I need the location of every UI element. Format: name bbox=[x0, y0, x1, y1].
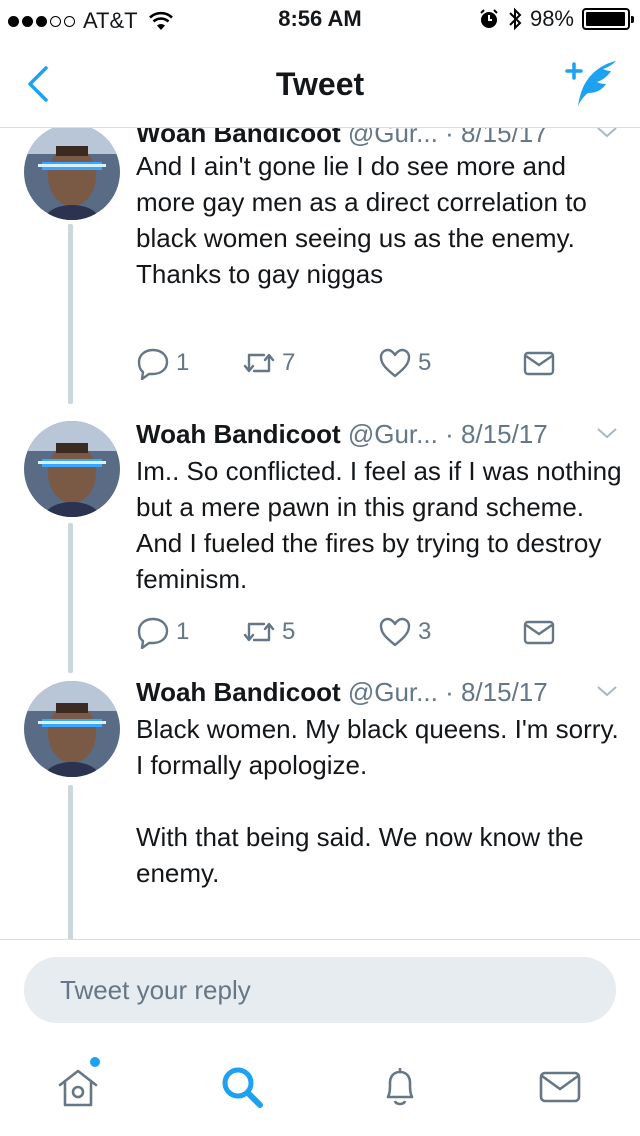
mail-icon bbox=[523, 620, 555, 645]
messages-icon[interactable] bbox=[536, 1063, 584, 1111]
home-icon[interactable] bbox=[54, 1063, 102, 1111]
like-count: 5 bbox=[418, 349, 432, 376]
bluetooth-icon bbox=[509, 7, 522, 31]
tweet[interactable]: Woah Bandicoot @Gur... · 8/15/17 Black w… bbox=[0, 673, 640, 939]
reply-icon bbox=[137, 617, 169, 649]
chevron-down-icon[interactable] bbox=[596, 128, 618, 140]
compose-tweet-icon[interactable] bbox=[562, 58, 618, 108]
author-name[interactable]: Woah Bandicoot bbox=[136, 128, 341, 148]
nav-bar: Tweet bbox=[0, 40, 640, 128]
thread-line bbox=[68, 224, 73, 404]
retweet-icon bbox=[243, 353, 275, 373]
like-button[interactable]: 5 bbox=[378, 346, 431, 380]
retweet-button[interactable]: 5 bbox=[242, 615, 295, 649]
retweet-icon bbox=[243, 622, 275, 642]
chevron-down-icon[interactable] bbox=[596, 425, 618, 441]
avatar[interactable] bbox=[24, 681, 120, 777]
tweet-thread: Woah Bandicoot @Gur... · 8/15/17 And I a… bbox=[0, 128, 640, 939]
page-title: Tweet bbox=[275, 66, 365, 102]
author-handle: @Gur... bbox=[347, 128, 438, 148]
reply-input[interactable] bbox=[24, 957, 616, 1023]
tweet-text: Black women. My black queens. I'm sorry.… bbox=[136, 714, 619, 888]
author-name[interactable]: Woah Bandicoot bbox=[136, 419, 341, 449]
tweet-actions: 1 7 5 bbox=[136, 346, 616, 386]
tab-bar bbox=[0, 1039, 640, 1136]
tweet[interactable]: Woah Bandicoot @Gur... · 8/15/17 Im.. So… bbox=[0, 413, 640, 673]
tweet-actions: 1 5 3 bbox=[136, 615, 616, 655]
heart-icon bbox=[379, 348, 411, 378]
avatar[interactable] bbox=[24, 421, 120, 517]
reply-count: 1 bbox=[176, 349, 190, 376]
battery-level bbox=[586, 12, 626, 26]
chevron-down-icon[interactable] bbox=[596, 683, 618, 699]
retweet-count: 7 bbox=[282, 349, 296, 376]
tweet-header: Woah Bandicoot @Gur... · 8/15/17 bbox=[136, 419, 620, 450]
reply-count: 1 bbox=[176, 618, 190, 645]
heart-icon bbox=[379, 617, 411, 647]
avatar[interactable] bbox=[24, 128, 120, 220]
share-button[interactable] bbox=[522, 346, 556, 380]
thread-line bbox=[68, 785, 73, 939]
avatar-image bbox=[24, 681, 120, 777]
share-button[interactable] bbox=[522, 615, 556, 649]
battery-percent: 98% bbox=[529, 6, 574, 31]
search-icon[interactable] bbox=[218, 1063, 266, 1111]
like-button[interactable]: 3 bbox=[378, 615, 431, 649]
status-right: 98% bbox=[478, 6, 634, 32]
tweet-text: Im.. So conflicted. I feel as if I was n… bbox=[136, 456, 622, 594]
author-handle: @Gur... bbox=[347, 677, 438, 707]
retweet-button[interactable]: 7 bbox=[242, 346, 295, 380]
author-handle: @Gur... bbox=[347, 419, 438, 449]
thread-line bbox=[68, 523, 73, 673]
retweet-count: 5 bbox=[282, 618, 296, 645]
status-bar: AT&T 8:56 AM 98% bbox=[0, 0, 640, 40]
avatar-image bbox=[24, 128, 120, 220]
avatar-image bbox=[24, 421, 120, 517]
like-count: 3 bbox=[418, 618, 432, 645]
home-notification-dot bbox=[90, 1057, 100, 1067]
battery-icon bbox=[582, 8, 634, 30]
mail-icon bbox=[523, 351, 555, 376]
tweet-header: Woah Bandicoot @Gur... · 8/15/17 bbox=[136, 677, 620, 708]
notifications-icon[interactable] bbox=[376, 1063, 424, 1111]
tweet-header: Woah Bandicoot @Gur... · 8/15/17 bbox=[136, 128, 620, 149]
tweet-text: And I ain't gone lie I do see more and m… bbox=[136, 151, 587, 289]
tweet-date: · 8/15/17 bbox=[445, 419, 548, 449]
reply-button[interactable]: 1 bbox=[136, 346, 189, 380]
reply-bar bbox=[0, 939, 640, 1039]
reply-button[interactable]: 1 bbox=[136, 615, 189, 649]
alarm-icon bbox=[480, 9, 498, 28]
author-name[interactable]: Woah Bandicoot bbox=[136, 677, 341, 707]
reply-icon bbox=[137, 348, 169, 380]
tweet-date: · 8/15/17 bbox=[445, 677, 548, 707]
tweet-date: · 8/15/17 bbox=[445, 128, 548, 148]
tweet[interactable]: Woah Bandicoot @Gur... · 8/15/17 And I a… bbox=[0, 128, 640, 413]
